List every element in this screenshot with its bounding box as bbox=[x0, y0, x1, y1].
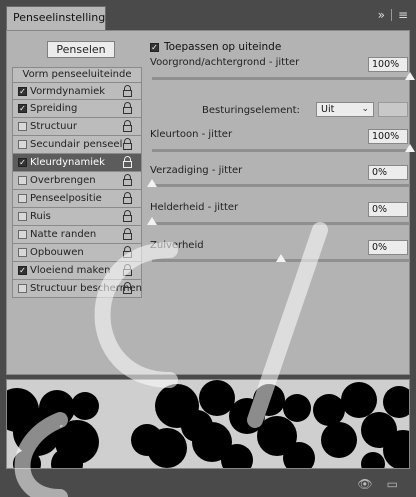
stroke-preview-graphic bbox=[7, 380, 409, 468]
checkbox[interactable]: ✓ bbox=[18, 158, 27, 167]
list-item-label: Penseelpositie bbox=[30, 193, 102, 204]
list-item[interactable]: ✓ Vloeiend maken bbox=[12, 262, 142, 280]
slider-thumb[interactable] bbox=[147, 217, 157, 225]
checkbox[interactable] bbox=[18, 194, 27, 203]
brushes-button[interactable]: Penselen bbox=[47, 41, 115, 58]
fg-bg-jitter-slider[interactable] bbox=[152, 72, 415, 80]
list-item-label: Structuur bbox=[30, 121, 77, 132]
lock-icon[interactable] bbox=[123, 264, 132, 276]
lock-icon[interactable] bbox=[123, 282, 132, 294]
checkbox[interactable] bbox=[18, 212, 27, 221]
list-item[interactable]: Natte randen bbox=[12, 226, 142, 244]
list-item[interactable]: ✓ Spreiding bbox=[12, 100, 142, 118]
brightness-jitter-slider[interactable] bbox=[147, 217, 410, 225]
menu-icon[interactable]: ≡ bbox=[398, 8, 408, 22]
checkbox[interactable] bbox=[18, 122, 27, 131]
list-item[interactable]: Ruis bbox=[12, 208, 142, 226]
hue-jitter-field[interactable]: 100% bbox=[368, 129, 408, 144]
slider-thumb[interactable] bbox=[147, 179, 157, 187]
list-item-label: Natte randen bbox=[30, 229, 97, 240]
tab-brush-settings[interactable]: Penseelinstellingen bbox=[6, 6, 106, 30]
control-select[interactable]: Uit ⌄ bbox=[316, 102, 374, 117]
list-item[interactable]: ✓ Kleurdynamiek bbox=[12, 154, 142, 172]
fg-bg-jitter-label: Voorgrond/achtergrond - jitter bbox=[150, 57, 300, 68]
tab-menu: » ≡ bbox=[378, 8, 408, 22]
checkbox[interactable] bbox=[18, 140, 27, 149]
checkbox[interactable] bbox=[18, 176, 27, 185]
checkbox[interactable]: ✓ bbox=[18, 266, 27, 275]
lock-icon[interactable] bbox=[123, 246, 132, 258]
panel-tab-bar: Penseelinstellingen » ≡ bbox=[0, 0, 416, 30]
purity-slider[interactable] bbox=[152, 254, 410, 262]
brightness-jitter-label: Helderheid - jitter bbox=[150, 202, 239, 213]
list-item[interactable]: Secundair penseel bbox=[12, 136, 142, 154]
list-item-label: Vormdynamiek bbox=[30, 86, 106, 97]
purity-field[interactable]: 0% bbox=[368, 240, 408, 255]
lock-icon[interactable] bbox=[123, 192, 132, 204]
checkbox[interactable]: ✓ bbox=[18, 104, 27, 113]
apply-per-tip-checkbox[interactable]: ✓ Toepassen op uiteinde bbox=[150, 41, 281, 53]
panel-footer: 👁 ▭ bbox=[0, 469, 416, 497]
control-amount-field bbox=[378, 102, 408, 117]
fg-bg-jitter-field[interactable]: 100% bbox=[368, 57, 408, 72]
chevron-down-icon: ⌄ bbox=[361, 104, 369, 114]
apply-per-tip-label: Toepassen op uiteinde bbox=[164, 41, 282, 53]
brightness-jitter-field[interactable]: 0% bbox=[368, 202, 408, 217]
collapse-icon[interactable]: » bbox=[378, 8, 385, 22]
slider-thumb[interactable] bbox=[405, 144, 415, 152]
list-item-label: Ruis bbox=[30, 211, 51, 222]
control-value: Uit bbox=[321, 104, 335, 115]
lock-icon[interactable] bbox=[123, 156, 132, 168]
control-label: Besturingselement: bbox=[202, 105, 300, 116]
saturation-jitter-label: Verzadiging - jitter bbox=[150, 165, 243, 176]
list-item[interactable]: Opbouwen bbox=[12, 244, 142, 262]
divider bbox=[390, 9, 392, 21]
list-item[interactable]: Structuur bbox=[12, 118, 142, 136]
lock-icon[interactable] bbox=[123, 102, 132, 114]
checkbox[interactable] bbox=[18, 248, 27, 257]
checkbox[interactable]: ✓ bbox=[18, 87, 27, 96]
brush-stroke-preview bbox=[6, 379, 410, 469]
checkbox[interactable] bbox=[18, 230, 27, 239]
list-item[interactable]: Penseelpositie bbox=[12, 190, 142, 208]
list-item-label: Kleurdynamiek bbox=[30, 157, 105, 168]
hue-jitter-slider[interactable] bbox=[152, 144, 415, 152]
list-item[interactable]: Structuur beschermen bbox=[12, 280, 142, 298]
lock-icon[interactable] bbox=[123, 228, 132, 240]
list-item[interactable]: ✓ Vormdynamiek bbox=[12, 82, 142, 100]
list-item-label: Spreiding bbox=[30, 103, 78, 114]
hue-jitter-label: Kleurtoon - jitter bbox=[150, 129, 233, 140]
list-item-label: Secundair penseel bbox=[30, 139, 123, 150]
lock-icon[interactable] bbox=[123, 85, 132, 97]
lock-icon[interactable] bbox=[123, 174, 132, 186]
brush-settings-panel: Penselen Vorm penseeluiteinde ✓ Vormdynam… bbox=[6, 30, 415, 375]
new-preset-icon[interactable]: ▭ bbox=[387, 477, 398, 491]
list-item-label: Overbrengen bbox=[30, 175, 96, 186]
list-item-label: Vloeiend maken bbox=[30, 265, 111, 276]
brush-options-list: Vorm penseeluiteinde ✓ Vormdynamiek ✓ Sprei… bbox=[12, 67, 142, 298]
checkbox[interactable] bbox=[18, 284, 27, 293]
slider-thumb[interactable] bbox=[405, 72, 415, 80]
lock-icon[interactable] bbox=[123, 120, 132, 132]
lock-icon[interactable] bbox=[123, 210, 132, 222]
saturation-jitter-field[interactable]: 0% bbox=[368, 165, 408, 180]
purity-label: Zuiverheid bbox=[150, 240, 204, 251]
list-item-brush-tip-shape[interactable]: Vorm penseeluiteinde bbox=[12, 67, 142, 82]
eye-brush-icon[interactable]: 👁 bbox=[357, 477, 372, 491]
list-item-label: Opbouwen bbox=[30, 247, 84, 258]
list-item[interactable]: Overbrengen bbox=[12, 172, 142, 190]
saturation-jitter-slider[interactable] bbox=[147, 179, 410, 187]
checkbox[interactable]: ✓ bbox=[150, 43, 159, 52]
lock-icon[interactable] bbox=[123, 138, 132, 150]
slider-thumb[interactable] bbox=[276, 254, 286, 262]
